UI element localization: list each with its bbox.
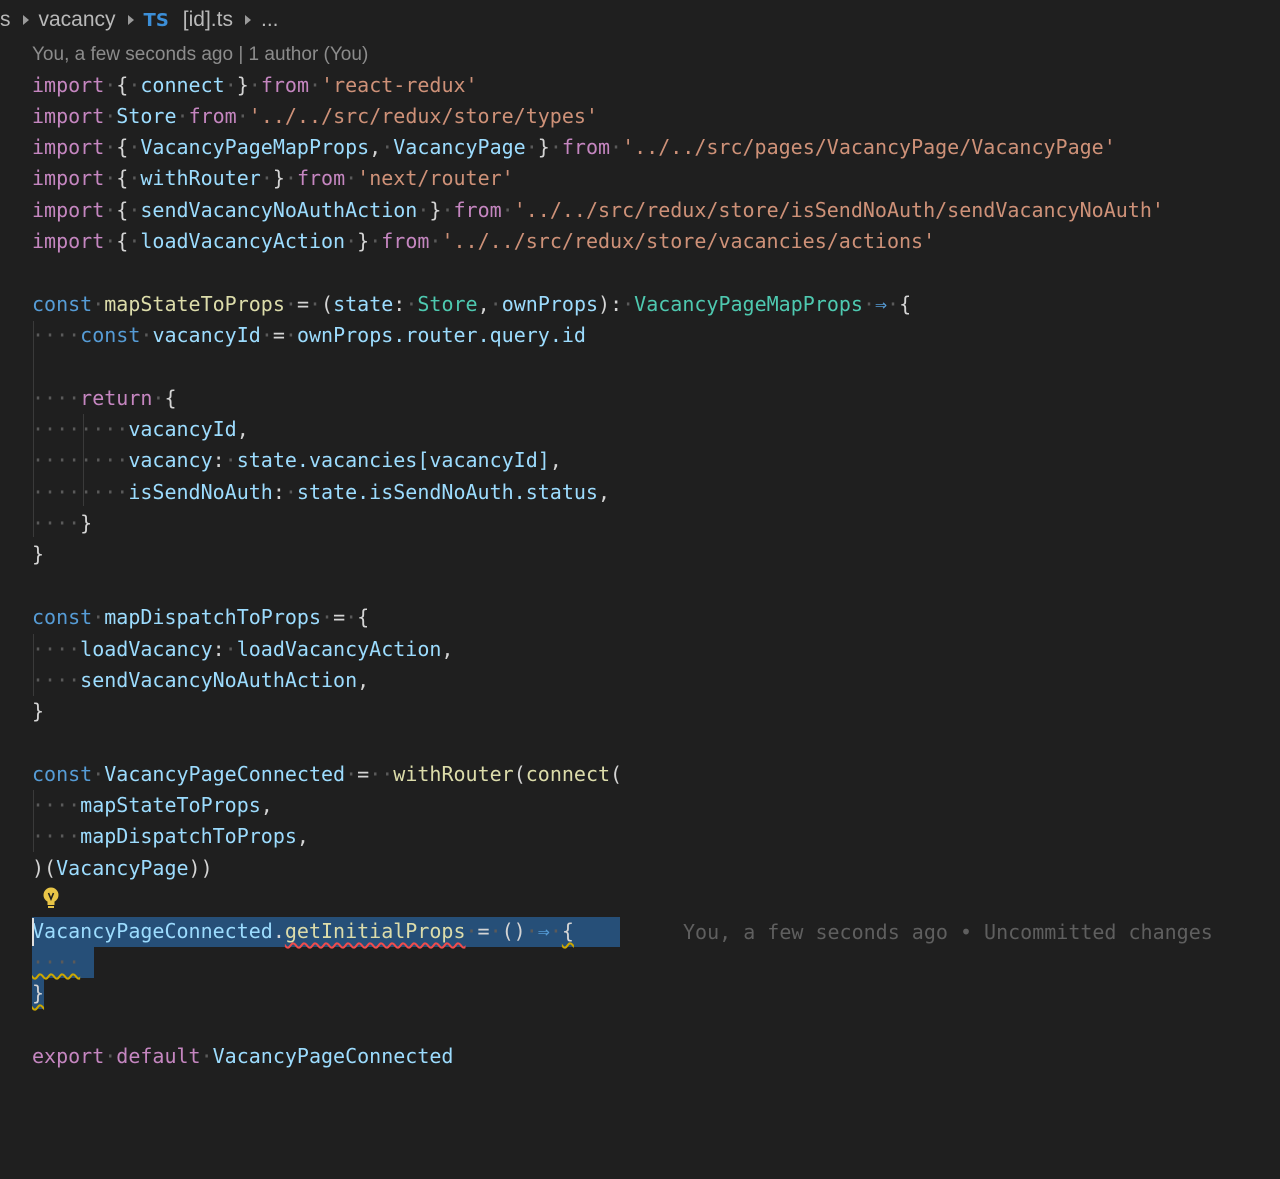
code-line[interactable]: export·default·VacancyPageConnected [32,1041,453,1072]
code-line[interactable]: ········isSendNoAuth:·state.isSendNoAuth… [32,477,610,508]
code-line[interactable]: const·mapStateToProps·=·(state:·Store,·o… [32,289,911,320]
breadcrumb-file[interactable]: [id].ts [183,8,233,32]
breadcrumb-more[interactable]: ... [261,8,279,32]
chevron-right-icon [127,15,134,25]
chevron-right-icon [244,15,251,25]
lightbulb-icon[interactable] [40,886,62,910]
code-line[interactable]: ········vacancyId, [32,414,249,445]
code-line[interactable]: const·mapDispatchToProps·=·{ [32,602,369,633]
inline-blame-annotation: You, a few seconds ago • Uncommitted cha… [683,920,1213,944]
code-line[interactable]: ····const·vacancyId·=·ownProps.router.qu… [32,320,586,351]
code-line-selected[interactable]: ···· [32,947,80,978]
code-line[interactable]: import·{·VacancyPageMapProps,·VacancyPag… [32,132,1116,163]
code-line[interactable]: } [32,696,44,727]
code-line[interactable]: import·{·withRouter·}·from·'next/router' [32,163,514,194]
code-line[interactable]: } [32,539,44,570]
code-line[interactable]: import·Store·from·'../../src/redux/store… [32,101,598,132]
code-line[interactable]: const·VacancyPageConnected·=··withRouter… [32,759,622,790]
code-line[interactable]: ····mapStateToProps, [32,790,273,821]
breadcrumb-partial[interactable]: s [0,8,11,32]
code-line-selected[interactable]: VacancyPageConnected.getInitialProps·=·(… [32,916,574,947]
breadcrumb-folder[interactable]: vacancy [39,8,116,32]
code-line[interactable]: ········vacancy:·state.vacancies[vacancy… [32,445,562,476]
code-line[interactable]: ····mapDispatchToProps, [32,821,309,852]
code-line[interactable]: ····sendVacancyNoAuthAction, [32,665,369,696]
code-line[interactable]: ····return·{ [32,383,177,414]
code-line[interactable]: import·{·connect·}·from·'react-redux' [32,70,478,101]
typescript-icon: TS [143,9,169,31]
code-line[interactable]: ····} [32,508,92,539]
codelens-blame-header[interactable]: You, a few seconds ago | 1 author (You) [32,44,368,66]
text-cursor [32,918,34,946]
code-line-selected[interactable]: } [32,978,44,1009]
code-line[interactable]: )(VacancyPage)) [32,853,213,884]
code-line[interactable]: import·{·loadVacancyAction·}·from·'../..… [32,226,935,257]
breadcrumb: s vacancy TS [id].ts ... [0,6,1280,34]
code-line[interactable]: import·{·sendVacancyNoAuthAction·}·from·… [32,195,1164,226]
code-line[interactable]: ····loadVacancy:·loadVacancyAction, [32,634,453,665]
chevron-right-icon [22,15,29,25]
